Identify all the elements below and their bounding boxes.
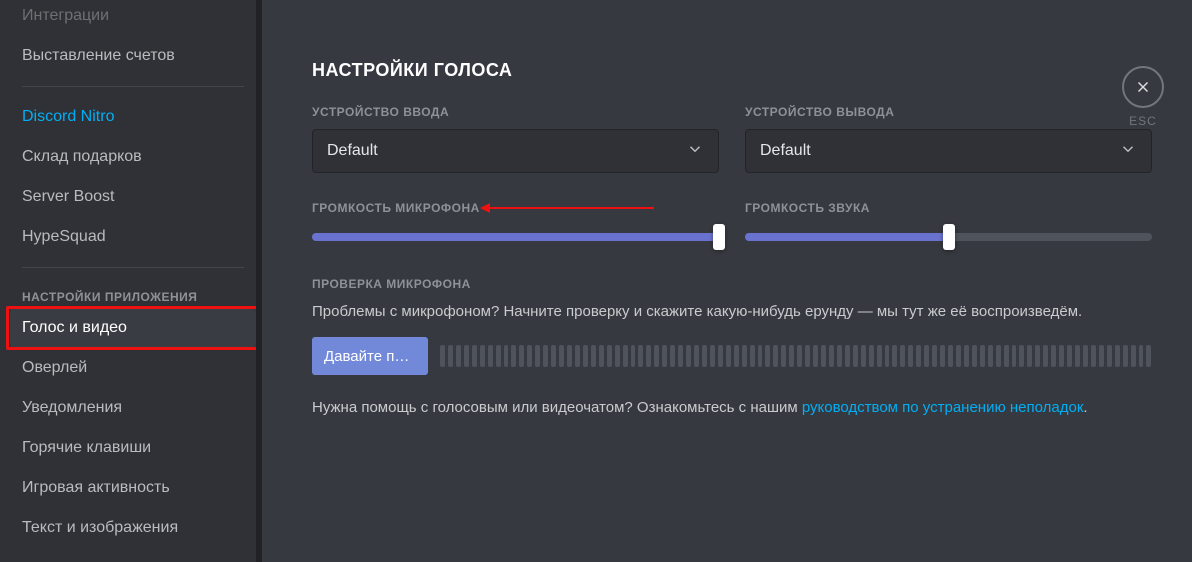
settings-sidebar: Интеграции Выставление счетов Discord Ni… bbox=[0, 0, 262, 562]
close-button[interactable] bbox=[1122, 66, 1164, 108]
output-device-label: УСТРОЙСТВО ВЫВОДА bbox=[745, 105, 1152, 119]
mic-check-description: Проблемы с микрофоном? Начните проверку … bbox=[312, 301, 1152, 323]
sidebar-item-overlay[interactable]: Оверлей bbox=[10, 348, 256, 388]
troubleshooting-link[interactable]: руководством по устранению неполадок bbox=[802, 399, 1084, 416]
input-device-label: УСТРОЙСТВО ВВОДА bbox=[312, 105, 719, 119]
sidebar-item-gift-inventory[interactable]: Склад подарков bbox=[10, 137, 256, 177]
sidebar-section-header-app: НАСТРОЙКИ ПРИЛОЖЕНИЯ bbox=[10, 278, 256, 308]
input-device-select[interactable]: Default bbox=[312, 129, 719, 173]
mic-check-header: ПРОВЕРКА МИКРОФОНА bbox=[312, 277, 1152, 291]
output-volume-label: ГРОМКОСТЬ ЗВУКА bbox=[745, 201, 1152, 215]
output-device-select[interactable]: Default bbox=[745, 129, 1152, 173]
close-esc-label: ESC bbox=[1122, 114, 1164, 128]
page-title: НАСТРОЙКИ ГОЛОСА bbox=[312, 60, 1152, 81]
output-volume-slider[interactable] bbox=[745, 225, 1152, 249]
sidebar-item-server-boost[interactable]: Server Boost bbox=[10, 177, 256, 217]
sidebar-divider bbox=[22, 86, 244, 87]
help-prefix: Нужна помощь с голосовым или видеочатом?… bbox=[312, 399, 802, 416]
mic-test-button[interactable]: Давайте пр… bbox=[312, 337, 428, 375]
sidebar-divider bbox=[22, 267, 244, 268]
mic-volume-slider[interactable] bbox=[312, 225, 719, 249]
sidebar-item-hypesquad[interactable]: HypeSquad bbox=[10, 217, 256, 257]
close-icon bbox=[1134, 78, 1152, 96]
sidebar-item-discord-nitro[interactable]: Discord Nitro bbox=[10, 97, 256, 137]
settings-main: НАСТРОЙКИ ГОЛОСА УСТРОЙСТВО ВВОДА Defaul… bbox=[262, 0, 1192, 562]
sidebar-item-voice-video[interactable]: Голос и видео bbox=[10, 308, 256, 348]
help-text: Нужна помощь с голосовым или видеочатом?… bbox=[312, 397, 1152, 419]
sidebar-item-game-activity[interactable]: Игровая активность bbox=[10, 468, 256, 508]
input-device-value: Default bbox=[327, 142, 378, 160]
sidebar-item-billing[interactable]: Выставление счетов bbox=[10, 36, 256, 76]
mic-level-meter bbox=[440, 345, 1152, 367]
output-device-value: Default bbox=[760, 142, 811, 160]
sidebar-item-notifications[interactable]: Уведомления bbox=[10, 388, 256, 428]
sidebar-item-integrations[interactable]: Интеграции bbox=[10, 0, 256, 36]
sidebar-item-text-images[interactable]: Текст и изображения bbox=[10, 508, 256, 548]
annotation-arrow bbox=[483, 207, 654, 209]
sidebar-item-keybinds[interactable]: Горячие клавиши bbox=[10, 428, 256, 468]
chevron-down-icon bbox=[686, 140, 704, 163]
help-suffix: . bbox=[1083, 399, 1087, 416]
chevron-down-icon bbox=[1119, 140, 1137, 163]
